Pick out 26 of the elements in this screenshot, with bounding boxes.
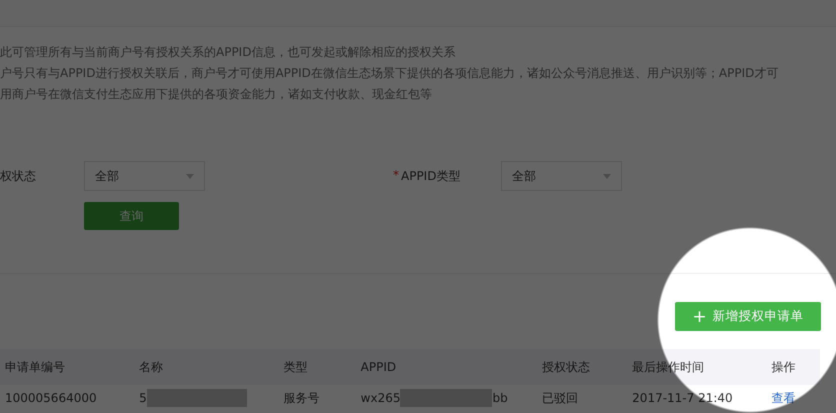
intro-text: 户号只有与APPID进行授权关联后，商户号才可使用APPID在微信生态场景下提供的各项信息能力，诸如公众号消息推送、用户识别等；APPID才可 [0, 65, 780, 82]
intro-text: 用商户号在微信支付生态应用下提供的各项资金能力，诸如支付收款、现金红包等 [0, 86, 433, 103]
table-cell: wx265 [360, 391, 400, 405]
table-cell: 服务号 [283, 385, 361, 411]
table-cell: 2017-11-7 21:40 [632, 385, 772, 411]
table-cell: 100005664000 [0, 385, 140, 411]
query-button[interactable]: 查询 [84, 202, 179, 230]
column-header: APPID [360, 349, 542, 385]
column-header: 名称 [139, 349, 284, 385]
dropdown-arrow-icon [603, 174, 611, 178]
add-application-button[interactable]: + 新增授权申请单 [675, 302, 821, 331]
table-cell: bb [492, 391, 508, 405]
column-header: 申请单编号 [0, 349, 140, 385]
intro-text: 此可管理所有与当前商户号有授权关系的APPID信息，也可发起或解除相应的授权关系 [0, 44, 456, 61]
filter-label: 权状态 [0, 168, 36, 184]
filter-select[interactable]: 全部 [84, 161, 205, 191]
column-header: 操作 [771, 349, 820, 385]
column-header: 类型 [283, 349, 361, 385]
view-link[interactable]: 查看 [771, 390, 796, 404]
dropdown-arrow-icon [186, 174, 194, 178]
table-cell: 5 [139, 391, 147, 405]
filter-select[interactable]: 全部 [501, 161, 622, 191]
required-mark: * [393, 168, 399, 184]
filter-label: APPID类型 [401, 168, 460, 184]
table-cell: 已驳回 [542, 385, 632, 411]
column-header: 授权状态 [542, 349, 632, 385]
